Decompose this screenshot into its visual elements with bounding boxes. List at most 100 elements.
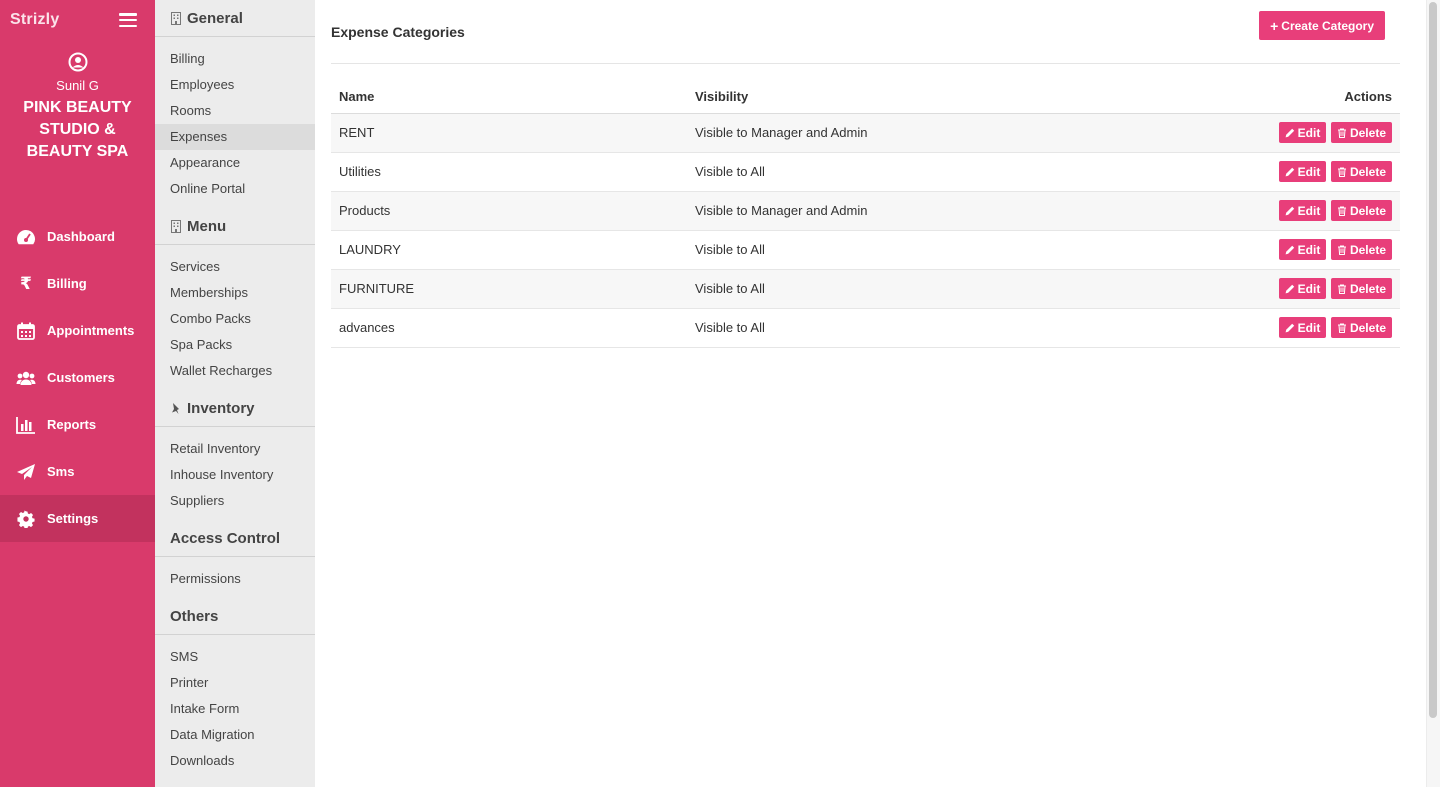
edit-button[interactable]: Edit (1278, 239, 1327, 260)
category-name: FURNITURE (331, 269, 687, 309)
nav-settings-label: Settings (47, 511, 99, 526)
submenu-sms[interactable]: SMS (155, 644, 315, 670)
scrollbar-thumb[interactable] (1429, 2, 1437, 718)
submenu-expenses[interactable]: Expenses (155, 124, 315, 150)
nav-reports[interactable]: Reports (0, 401, 155, 448)
column-header-actions: Actions (1101, 80, 1400, 114)
edit-button[interactable]: Edit (1278, 317, 1327, 338)
submenu-services[interactable]: Services (155, 254, 315, 280)
table-row: FURNITURE Visible to All Edit Delete (331, 269, 1400, 309)
trash-icon (1337, 128, 1346, 138)
delete-button[interactable]: Delete (1330, 122, 1392, 143)
general-list: Billing Employees Rooms Expenses Appeara… (155, 37, 315, 208)
nav-dashboard[interactable]: Dashboard (0, 213, 155, 260)
settings-submenu: General Billing Employees Rooms Expenses… (155, 0, 315, 787)
submenu-billing[interactable]: Billing (155, 46, 315, 72)
submenu-employees[interactable]: Employees (155, 72, 315, 98)
column-header-name: Name (331, 80, 687, 114)
expense-categories-table: Name Visibility Actions RENT Visible to … (331, 80, 1400, 348)
main-sidebar: Strizly Sunil G PINK BEAUTY STUDIO & BEA… (0, 0, 155, 787)
row-actions: Edit Delete (1101, 269, 1400, 309)
trash-icon (1337, 284, 1346, 294)
submenu-permissions[interactable]: Permissions (155, 566, 315, 592)
create-category-label: Create Category (1281, 18, 1374, 33)
submenu-wallet-recharges[interactable]: Wallet Recharges (155, 358, 315, 384)
section-menu-label: Menu (187, 217, 227, 235)
studio-name: PINK BEAUTY STUDIO & BEAUTY SPA (23, 99, 132, 160)
main-nav: Dashboard ₹ Billing Appointments Custome… (0, 213, 155, 542)
brand-logo[interactable]: Strizly (10, 11, 59, 29)
others-list: SMS Printer Intake Form Data Migration D… (155, 635, 315, 780)
table-row: Utilities Visible to All Edit Delete (331, 152, 1400, 192)
pencil-icon (1285, 128, 1294, 137)
delete-button[interactable]: Delete (1330, 278, 1392, 299)
page-scrollbar[interactable] (1426, 0, 1440, 787)
submenu-data-migration[interactable]: Data Migration (155, 722, 315, 748)
users-icon (16, 371, 36, 385)
submenu-memberships[interactable]: Memberships (155, 280, 315, 306)
submenu-appearance[interactable]: Appearance (155, 150, 315, 176)
page-header: Expense Categories + Create Category (331, 0, 1400, 64)
submenu-spa-packs[interactable]: Spa Packs (155, 332, 315, 358)
delete-label: Delete (1349, 125, 1386, 140)
nav-appointments[interactable]: Appointments (0, 307, 155, 354)
edit-button[interactable]: Edit (1278, 161, 1327, 182)
create-category-button[interactable]: + Create Category (1259, 11, 1385, 40)
submenu-retail-inventory[interactable]: Retail Inventory (155, 436, 315, 462)
nav-billing-label: Billing (47, 276, 87, 291)
section-inventory: Inventory (155, 390, 315, 427)
bar-chart-icon (16, 416, 35, 434)
category-name: LAUNDRY (331, 230, 687, 270)
table-row: RENT Visible to Manager and Admin Edit D… (331, 113, 1400, 153)
brand-row: Strizly (0, 0, 155, 40)
delete-label: Delete (1349, 203, 1386, 218)
delete-button[interactable]: Delete (1330, 161, 1392, 182)
user-name: Sunil G (56, 78, 99, 93)
delete-label: Delete (1349, 242, 1386, 257)
table-row: advances Visible to All Edit Delete (331, 308, 1400, 348)
submenu-combo-packs[interactable]: Combo Packs (155, 306, 315, 332)
submenu-downloads[interactable]: Downloads (155, 748, 315, 774)
nav-customers[interactable]: Customers (0, 354, 155, 401)
column-header-visibility: Visibility (687, 80, 1102, 114)
edit-button[interactable]: Edit (1278, 278, 1327, 299)
submenu-printer[interactable]: Printer (155, 670, 315, 696)
delete-label: Delete (1349, 164, 1386, 179)
trash-icon (1337, 245, 1346, 255)
delete-label: Delete (1349, 281, 1386, 296)
delete-button[interactable]: Delete (1330, 200, 1392, 221)
category-name: RENT (331, 113, 687, 153)
nav-sms[interactable]: Sms (0, 448, 155, 495)
calendar-icon (17, 322, 35, 340)
section-menu: Menu (155, 208, 315, 245)
submenu-suppliers[interactable]: Suppliers (155, 488, 315, 514)
category-name: advances (331, 308, 687, 348)
section-others-label: Others (170, 607, 219, 625)
category-visibility: Visible to Manager and Admin (687, 191, 1102, 231)
row-actions: Edit Delete (1101, 191, 1400, 231)
profile-block: Sunil G PINK BEAUTY STUDIO & BEAUTY SPA (0, 40, 155, 163)
page-title: Expense Categories (331, 24, 465, 40)
category-visibility: Visible to Manager and Admin (687, 113, 1102, 153)
submenu-intake-form[interactable]: Intake Form (155, 696, 315, 722)
row-actions: Edit Delete (1101, 152, 1400, 192)
submenu-online-portal[interactable]: Online Portal (155, 176, 315, 202)
submenu-rooms[interactable]: Rooms (155, 98, 315, 124)
section-access-control: Access Control (155, 520, 315, 557)
nav-billing[interactable]: ₹ Billing (0, 260, 155, 307)
edit-label: Edit (1297, 125, 1321, 140)
table-row: LAUNDRY Visible to All Edit Delete (331, 230, 1400, 270)
category-name: Utilities (331, 152, 687, 192)
delete-button[interactable]: Delete (1330, 239, 1392, 260)
category-visibility: Visible to All (687, 152, 1102, 192)
building-icon (171, 219, 181, 233)
trash-icon (1337, 167, 1346, 177)
edit-button[interactable]: Edit (1278, 122, 1327, 143)
section-general-label: General (187, 9, 243, 27)
edit-button[interactable]: Edit (1278, 200, 1327, 221)
user-circle-icon (68, 52, 87, 72)
hamburger-menu-icon[interactable] (119, 13, 137, 27)
delete-button[interactable]: Delete (1330, 317, 1392, 338)
nav-settings[interactable]: Settings (0, 495, 155, 542)
submenu-inhouse-inventory[interactable]: Inhouse Inventory (155, 462, 315, 488)
